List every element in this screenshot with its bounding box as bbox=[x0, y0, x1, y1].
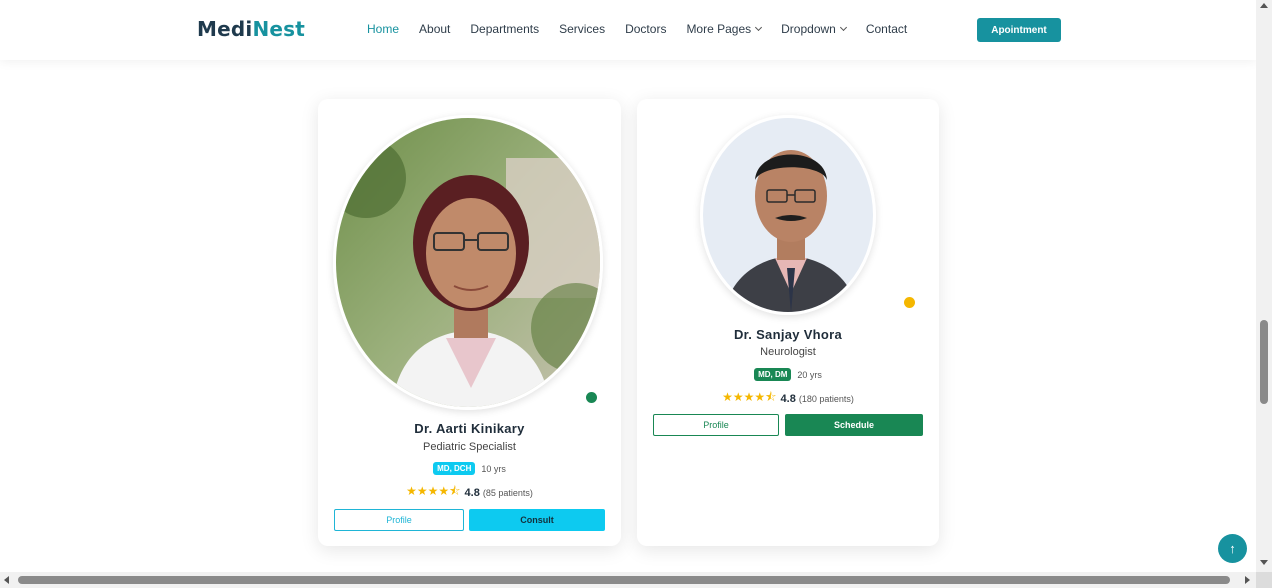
scroll-left-icon[interactable] bbox=[4, 576, 9, 584]
horizontal-scrollbar[interactable] bbox=[0, 572, 1256, 588]
nav-item-services[interactable]: Services bbox=[559, 22, 605, 36]
doctor-photo bbox=[333, 115, 603, 410]
doctor-card: Dr. Aarti Kinikary Pediatric Specialist … bbox=[318, 99, 621, 546]
rating-score: 4.8 bbox=[464, 486, 480, 499]
nav-item-dropdown[interactable]: Dropdown bbox=[781, 22, 847, 36]
logo-part-1: Medi bbox=[197, 17, 253, 41]
star-rating-icon: ★★★★⯪ bbox=[722, 390, 777, 404]
nav-item-about[interactable]: About bbox=[419, 22, 450, 36]
scroll-down-icon[interactable] bbox=[1260, 560, 1268, 565]
rating: ★★★★⯪ 4.8 (180 patients) bbox=[637, 388, 939, 409]
appointment-button[interactable]: Apointment bbox=[977, 18, 1061, 42]
consult-button[interactable]: Consult bbox=[469, 509, 605, 531]
vertical-scroll-thumb[interactable] bbox=[1260, 320, 1268, 404]
nav-item-more-pages[interactable]: More Pages bbox=[686, 22, 763, 36]
doctor-photo bbox=[700, 115, 876, 315]
profile-button[interactable]: Profile bbox=[653, 414, 779, 436]
nav-item-home[interactable]: Home bbox=[367, 22, 399, 36]
scroll-up-icon[interactable] bbox=[1260, 3, 1268, 8]
doctor-card: Dr. Sanjay Vhora Neurologist MD, DM 20 y… bbox=[637, 99, 939, 546]
logo-part-2: Nest bbox=[252, 17, 306, 41]
doctor-name: Dr. Aarti Kinikary bbox=[414, 421, 525, 436]
star-rating-icon: ★★★★⯪ bbox=[406, 484, 461, 498]
doctor-specialty: Pediatric Specialist bbox=[423, 441, 516, 453]
arrow-up-icon: ↑ bbox=[1229, 541, 1236, 556]
nav-item-doctors[interactable]: Doctors bbox=[625, 22, 666, 36]
scroll-top-button[interactable]: ↑ bbox=[1218, 534, 1247, 563]
experience: 10 yrs bbox=[481, 463, 506, 474]
main-nav: Home About Departments Services Doctors … bbox=[367, 22, 927, 36]
schedule-button[interactable]: Schedule bbox=[785, 414, 923, 436]
logo[interactable]: MediNest bbox=[197, 17, 305, 41]
doctor-specialty: Neurologist bbox=[760, 346, 816, 358]
status-indicator bbox=[904, 297, 915, 308]
profile-button[interactable]: Profile bbox=[334, 509, 464, 531]
site-header: MediNest Home About Departments Services… bbox=[0, 0, 1256, 60]
patient-count: (85 patients) bbox=[482, 487, 533, 498]
chevron-down-icon bbox=[755, 23, 763, 32]
nav-item-departments[interactable]: Departments bbox=[470, 22, 539, 36]
doctor-meta: MD, DCH 10 yrs bbox=[318, 462, 621, 475]
rating-score: 4.8 bbox=[780, 392, 796, 405]
rating: ★★★★⯪ 4.8 (85 patients) bbox=[318, 482, 621, 503]
experience: 20 yrs bbox=[797, 369, 822, 380]
horizontal-scroll-thumb[interactable] bbox=[18, 576, 1230, 584]
degree-badge: MD, DM bbox=[754, 368, 792, 381]
status-indicator bbox=[586, 392, 597, 403]
scrollbar-corner bbox=[1256, 572, 1272, 588]
doctor-meta: MD, DM 20 yrs bbox=[637, 368, 939, 381]
chevron-down-icon bbox=[839, 23, 847, 32]
degree-badge: MD, DCH bbox=[433, 462, 476, 475]
vertical-scrollbar[interactable] bbox=[1256, 0, 1272, 572]
nav-item-contact[interactable]: Contact bbox=[866, 22, 907, 36]
patient-count: (180 patients) bbox=[798, 393, 854, 404]
doctor-name: Dr. Sanjay Vhora bbox=[733, 327, 843, 342]
scroll-right-icon[interactable] bbox=[1245, 576, 1250, 584]
